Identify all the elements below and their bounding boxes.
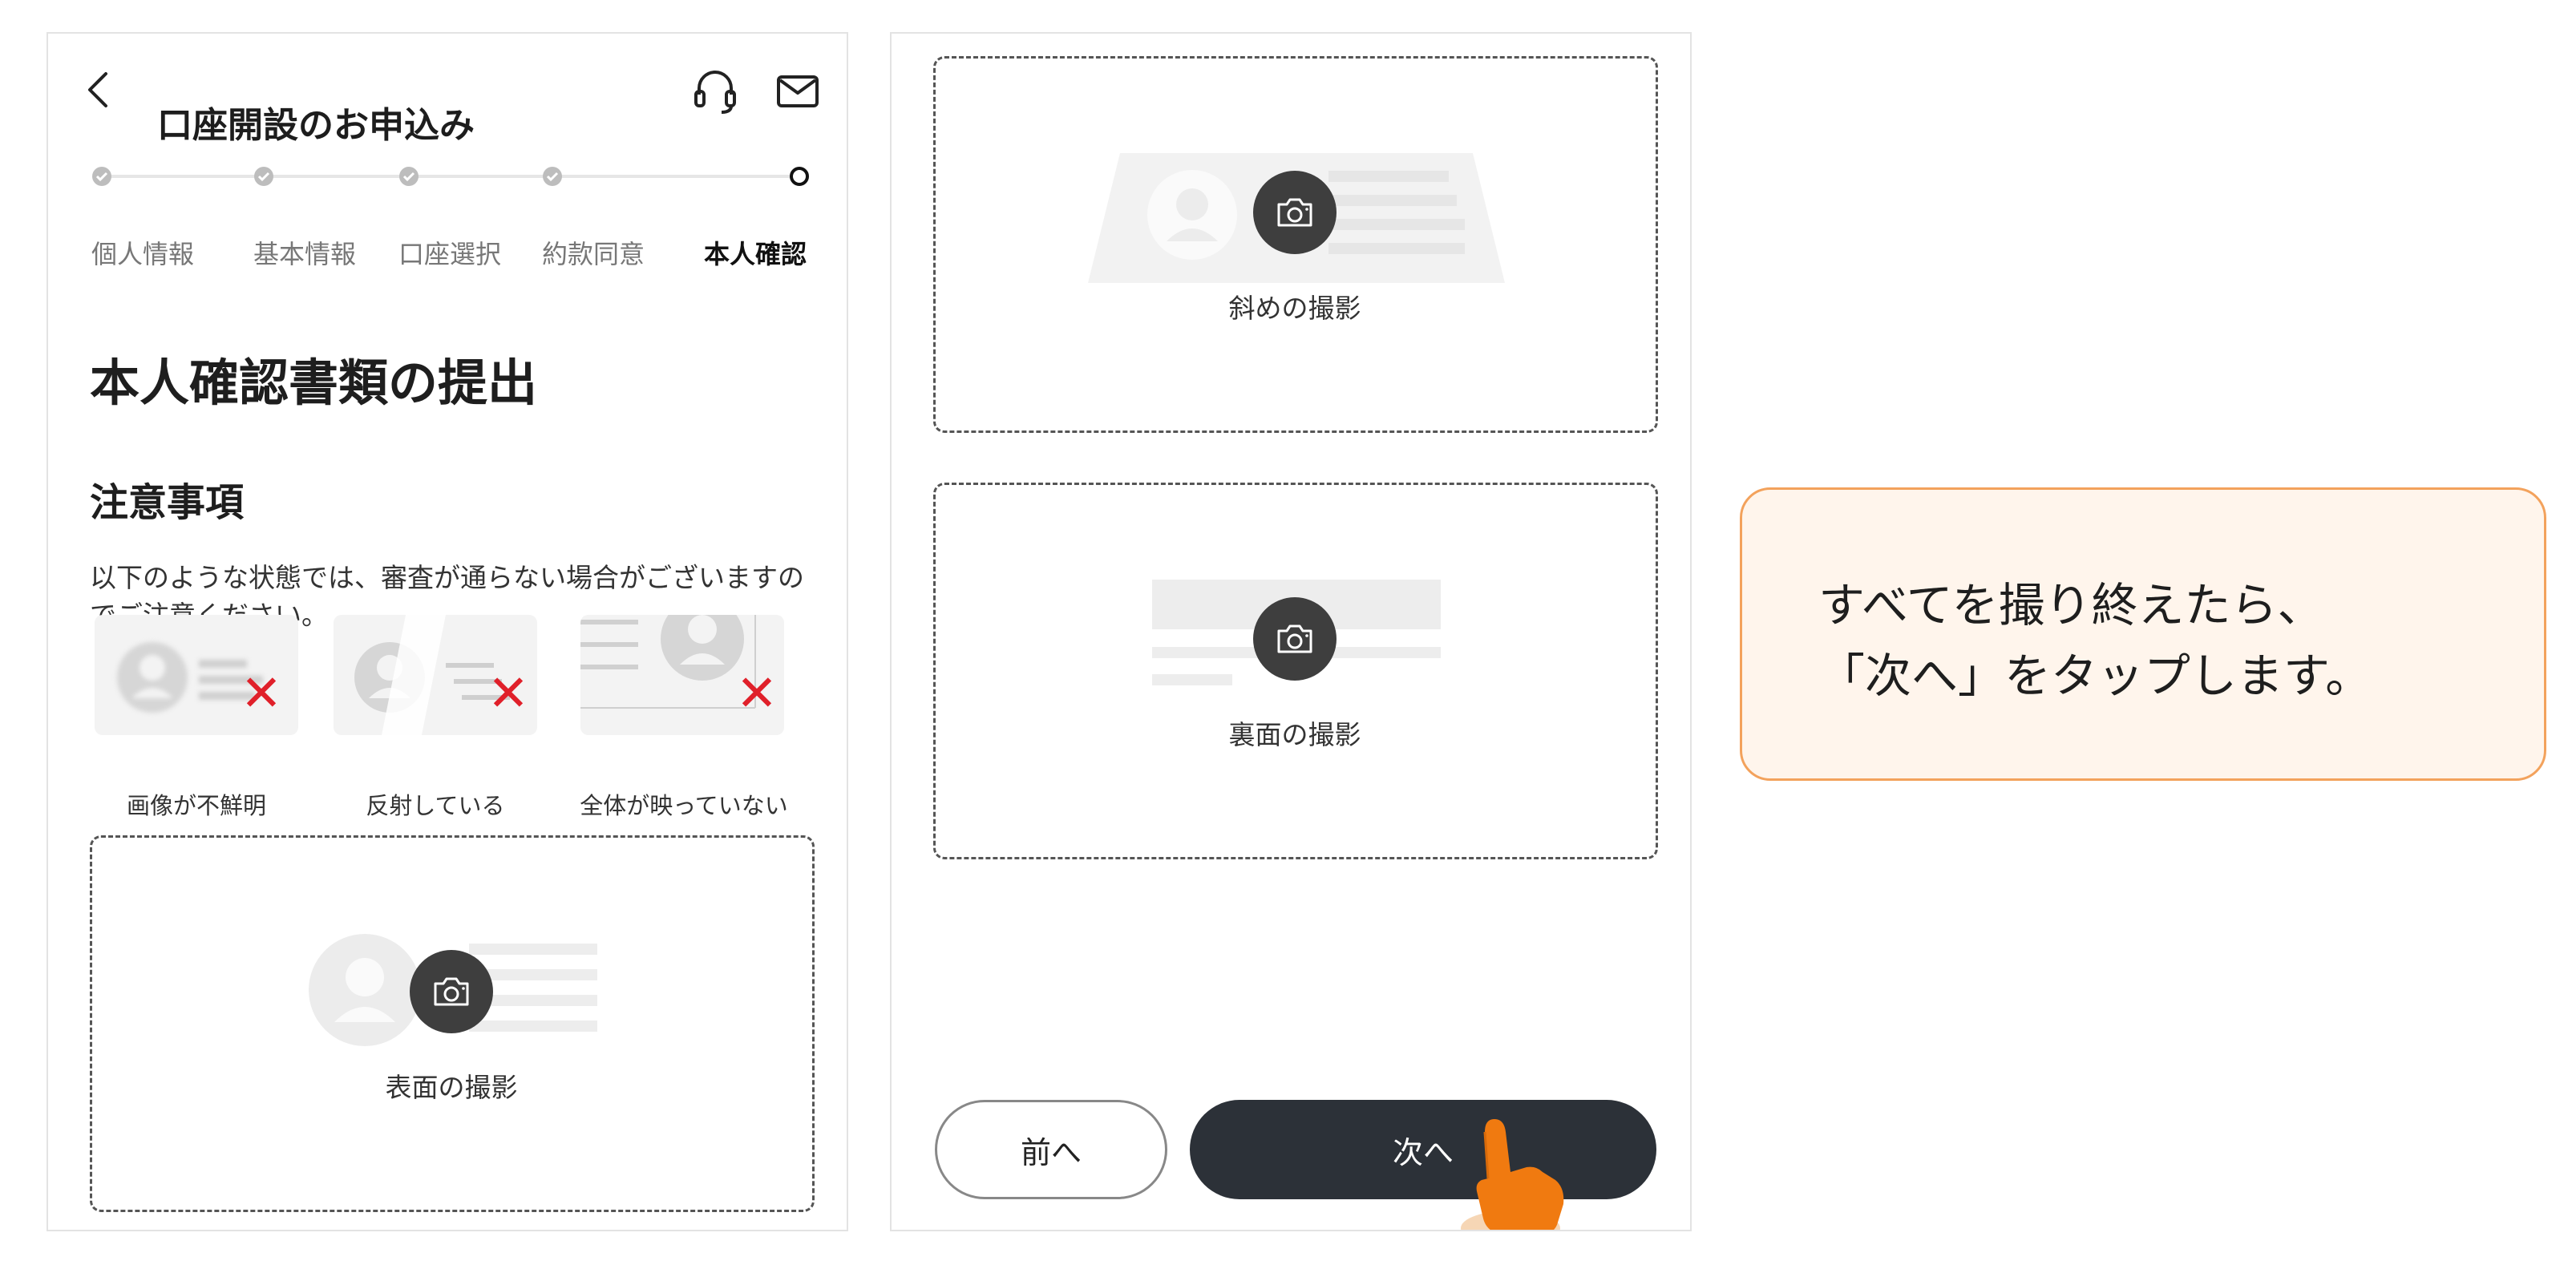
step-label-basic-info: 基本情報 [253, 239, 357, 269]
notes-title: 注意事項 [90, 480, 245, 525]
step-done-check-icon [92, 167, 111, 186]
callout-text: すべてを撮り終えたら、 「次へ」をタップします。 [1818, 578, 2372, 703]
example-caption-cropped: 全体が映っていない [580, 792, 788, 819]
page-header-title: 口座開設のお申込み [157, 105, 475, 146]
capture-front-button[interactable]: 表面の撮影 [90, 835, 815, 1212]
camera-icon [1253, 171, 1337, 254]
capture-back-button[interactable]: 裏面の撮影 [933, 483, 1658, 859]
step-current-ring-icon [790, 167, 809, 186]
stepper-track [101, 175, 795, 178]
step-label-personal-info: 個人情報 [91, 239, 195, 269]
camera-icon [1253, 597, 1337, 681]
example-caption-reflection: 反射している [366, 792, 505, 819]
camera-icon [410, 950, 493, 1033]
step-label-identity-check: 本人確認 [703, 239, 807, 269]
error-x-icon: ✕ [736, 664, 778, 722]
capture-front-label: 表面の撮影 [385, 1072, 518, 1103]
step-label-account-select: 口座選択 [398, 239, 502, 269]
step-done-check-icon [399, 167, 419, 186]
example-caption-blurry: 画像が不鮮明 [126, 792, 267, 819]
mail-icon[interactable] [774, 67, 822, 115]
next-button[interactable]: 次へ [1190, 1100, 1656, 1199]
capture-oblique-button[interactable]: 斜めの撮影 [933, 56, 1658, 433]
prev-button[interactable]: 前へ [935, 1100, 1167, 1199]
step-label-terms-agree: 約款同意 [541, 239, 645, 269]
headset-support-icon[interactable] [689, 66, 741, 117]
capture-back-label: 裏面の撮影 [1228, 719, 1361, 750]
pointer-hand-icon [1461, 1119, 1564, 1230]
error-x-icon: ✕ [487, 664, 529, 722]
error-x-icon: ✕ [241, 664, 282, 722]
step-done-check-icon [543, 167, 562, 186]
screen-left: 口座開設のお申込み 個人情報 基本情報 口座選択 約款同意 本人確認 本人確認書… [47, 32, 848, 1231]
capture-oblique-label: 斜めの撮影 [1228, 293, 1361, 324]
step-done-check-icon [254, 167, 273, 186]
section-title: 本人確認書類の提出 [90, 354, 538, 412]
screen-right: 斜めの撮影 裏面の撮影 前へ 次へ [890, 32, 1692, 1231]
instruction-callout: すべてを撮り終えたら、 「次へ」をタップします。 [1740, 487, 2546, 781]
back-arrow-icon[interactable] [75, 66, 123, 114]
